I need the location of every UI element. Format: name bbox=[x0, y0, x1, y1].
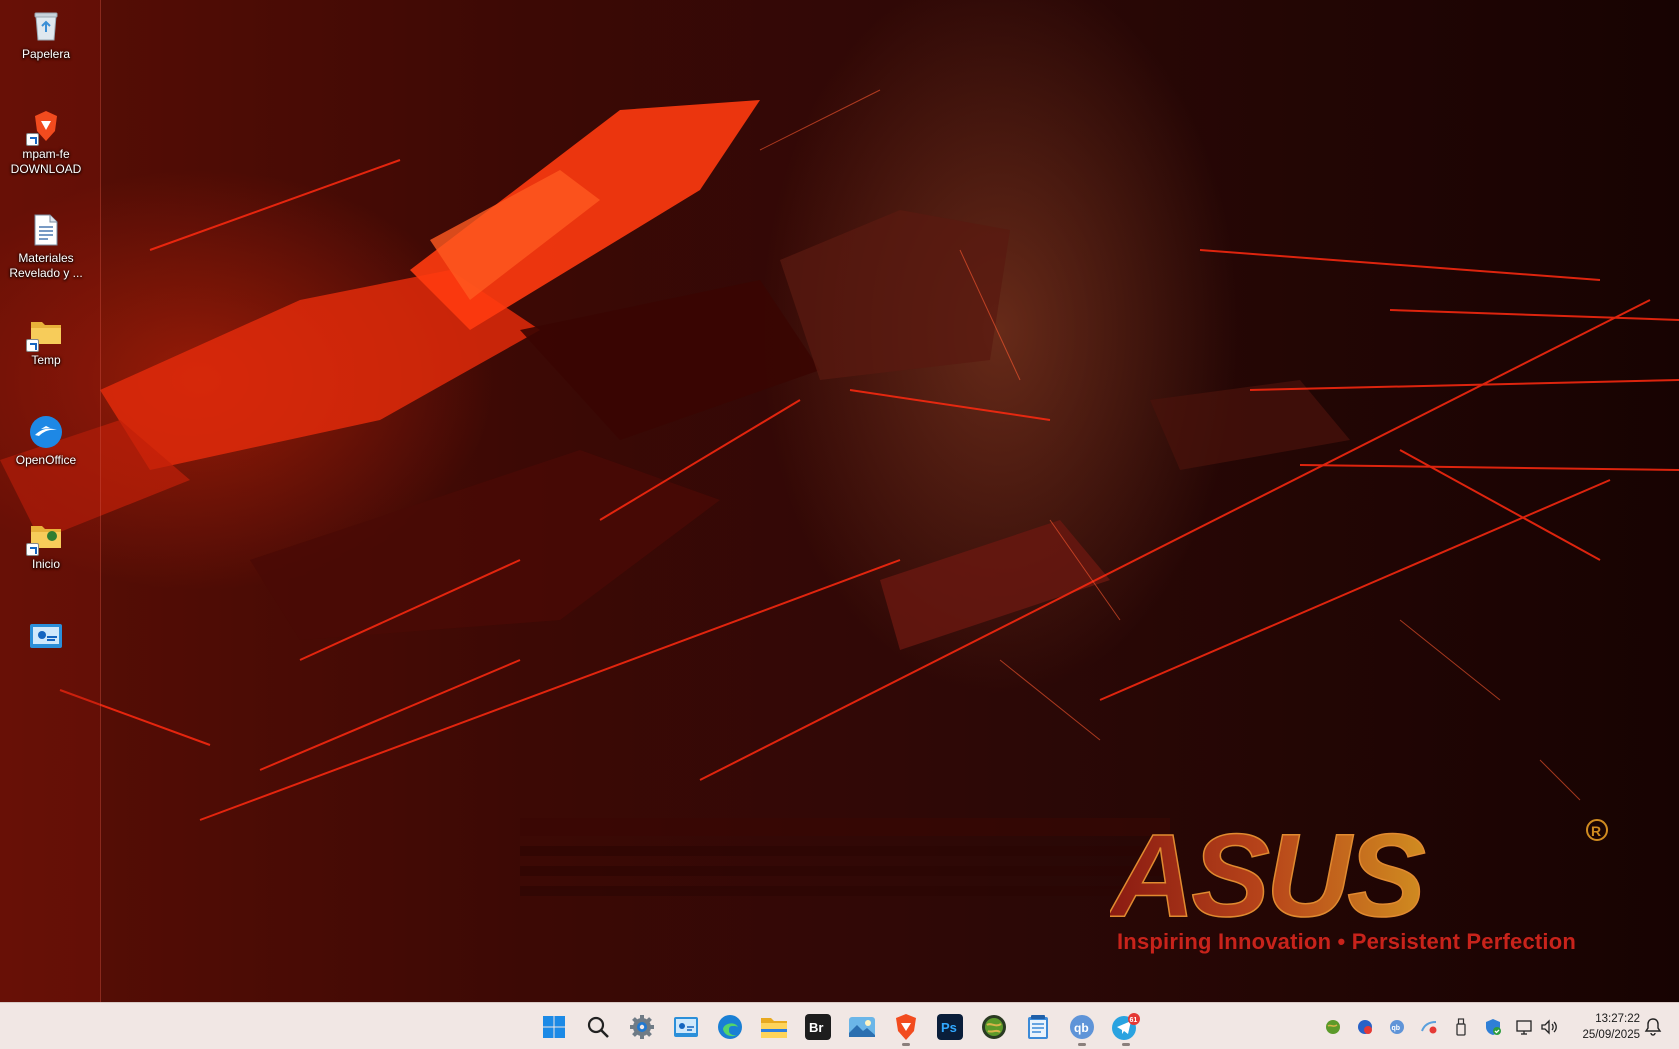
taskbar-telegram-button[interactable]: 61 bbox=[1106, 1007, 1146, 1047]
brave-shortcut-icon bbox=[26, 108, 64, 146]
windows-start-icon bbox=[543, 1016, 565, 1038]
desktop-icon-mpam-fe-download[interactable]: mpam-fe DOWNLOAD bbox=[3, 108, 89, 177]
desktop-icon-control-panel[interactable] bbox=[3, 618, 89, 657]
desktop-icon-label: Papelera bbox=[21, 47, 71, 61]
desktop-icon-label: Temp bbox=[31, 353, 61, 367]
desktop-icon-label: mpam-fe DOWNLOAD bbox=[10, 147, 82, 176]
running-indicator bbox=[1078, 1043, 1086, 1046]
tray-antivirus[interactable] bbox=[1356, 1018, 1374, 1036]
recycle-bin-icon bbox=[28, 8, 64, 44]
taskbar-notepad-button[interactable] bbox=[1018, 1007, 1058, 1047]
file-explorer-icon bbox=[761, 1018, 787, 1038]
desktop-icon-materiales[interactable]: Materiales Revelado y ... bbox=[3, 212, 89, 281]
globe-app-icon bbox=[982, 1015, 1006, 1039]
taskbar-clock[interactable]: 13:27:22 25/09/2025 bbox=[1568, 1011, 1640, 1043]
svg-text:Br: Br bbox=[809, 1020, 823, 1035]
brave-browser-icon bbox=[896, 1014, 916, 1040]
network-icon bbox=[1516, 1020, 1532, 1035]
desktop-icon-recycle-bin[interactable]: Papelera bbox=[3, 8, 89, 62]
qbittorrent-icon: qb bbox=[1070, 1015, 1094, 1039]
clock-date: 25/09/2025 bbox=[1582, 1029, 1640, 1041]
settings-gear-icon bbox=[630, 1015, 654, 1039]
asus-tagline: Inspiring Innovation • Persistent Perfec… bbox=[1117, 929, 1577, 954]
globe-tray-icon bbox=[1326, 1020, 1340, 1034]
svg-text:qb: qb bbox=[1392, 1025, 1401, 1032]
taskbar-search-button[interactable] bbox=[578, 1007, 618, 1047]
tray-qbittorrent[interactable]: qb bbox=[1388, 1018, 1406, 1036]
tray-globe-app[interactable] bbox=[1324, 1018, 1342, 1036]
photos-app-icon bbox=[849, 1017, 875, 1037]
network-app-tray-icon bbox=[1421, 1021, 1437, 1034]
telegram-icon: 61 bbox=[1112, 1013, 1140, 1040]
usb-drive-icon bbox=[1456, 1018, 1466, 1036]
volume-icon bbox=[1541, 1019, 1557, 1035]
control-panel-icon bbox=[28, 618, 64, 654]
taskbar-brave-button[interactable] bbox=[886, 1007, 926, 1047]
adobe-bridge-icon: Br bbox=[805, 1014, 831, 1040]
openoffice-icon bbox=[28, 414, 64, 450]
desktop-icon-inicio[interactable]: Inicio bbox=[3, 518, 89, 572]
document-icon bbox=[28, 212, 64, 248]
adobe-photoshop-icon: Ps bbox=[937, 1014, 963, 1040]
tray-volume[interactable] bbox=[1540, 1018, 1558, 1036]
taskbar-photoshop-button[interactable]: Ps bbox=[930, 1007, 970, 1047]
qbittorrent-tray-icon: qb bbox=[1390, 1020, 1404, 1034]
notepad-icon bbox=[1028, 1015, 1048, 1039]
tray-usb-drive[interactable] bbox=[1452, 1018, 1470, 1036]
control-panel-icon bbox=[674, 1017, 698, 1037]
taskbar-bridge-button[interactable]: Br bbox=[798, 1007, 838, 1047]
svg-text:qb: qb bbox=[1074, 1021, 1089, 1035]
taskbar-globe-app-button[interactable] bbox=[974, 1007, 1014, 1047]
taskbar: Br Ps qb 61 qb 13:27:22 25/09/2025 bbox=[0, 1002, 1679, 1049]
taskbar-edge-button[interactable] bbox=[710, 1007, 750, 1047]
start-button[interactable] bbox=[534, 1007, 574, 1047]
running-indicator bbox=[1122, 1043, 1130, 1046]
desktop-icon-label: Materiales Revelado y ... bbox=[9, 251, 83, 280]
svg-text:ASUS: ASUS bbox=[1110, 810, 1425, 942]
folder-shortcut-icon bbox=[26, 314, 64, 352]
desktop-icon-openoffice[interactable]: OpenOffice bbox=[3, 414, 89, 468]
edge-browser-icon bbox=[718, 1015, 742, 1039]
desktop-icon-label: Inicio bbox=[31, 557, 60, 571]
running-indicator bbox=[902, 1043, 910, 1046]
folder-shortcut-icon bbox=[26, 518, 64, 556]
notification-center-button[interactable] bbox=[1643, 1017, 1663, 1037]
taskbar-control-panel-button[interactable] bbox=[666, 1007, 706, 1047]
desktop[interactable]: Papelera mpam-fe DOWNLOAD Materiales Rev… bbox=[0, 0, 1679, 1002]
security-shield-icon bbox=[1486, 1019, 1501, 1035]
taskbar-qbittorrent-button[interactable]: qb bbox=[1062, 1007, 1102, 1047]
desktop-icon-temp[interactable]: Temp bbox=[3, 314, 89, 368]
svg-text:Ps: Ps bbox=[941, 1020, 957, 1035]
antivirus-tray-icon bbox=[1358, 1020, 1372, 1034]
taskbar-photos-button[interactable] bbox=[842, 1007, 882, 1047]
desktop-icon-label: OpenOffice bbox=[15, 453, 77, 467]
tray-network[interactable] bbox=[1516, 1018, 1534, 1036]
tray-security[interactable] bbox=[1484, 1018, 1502, 1036]
clock-time: 13:27:22 bbox=[1595, 1013, 1640, 1025]
taskbar-settings-button[interactable] bbox=[622, 1007, 662, 1047]
bell-icon bbox=[1644, 1018, 1662, 1036]
svg-text:R: R bbox=[1591, 823, 1601, 839]
search-icon bbox=[587, 1016, 609, 1038]
tray-network-app[interactable] bbox=[1420, 1018, 1438, 1036]
taskbar-file-explorer-button[interactable] bbox=[754, 1007, 794, 1047]
svg-text:61: 61 bbox=[1130, 1017, 1138, 1024]
